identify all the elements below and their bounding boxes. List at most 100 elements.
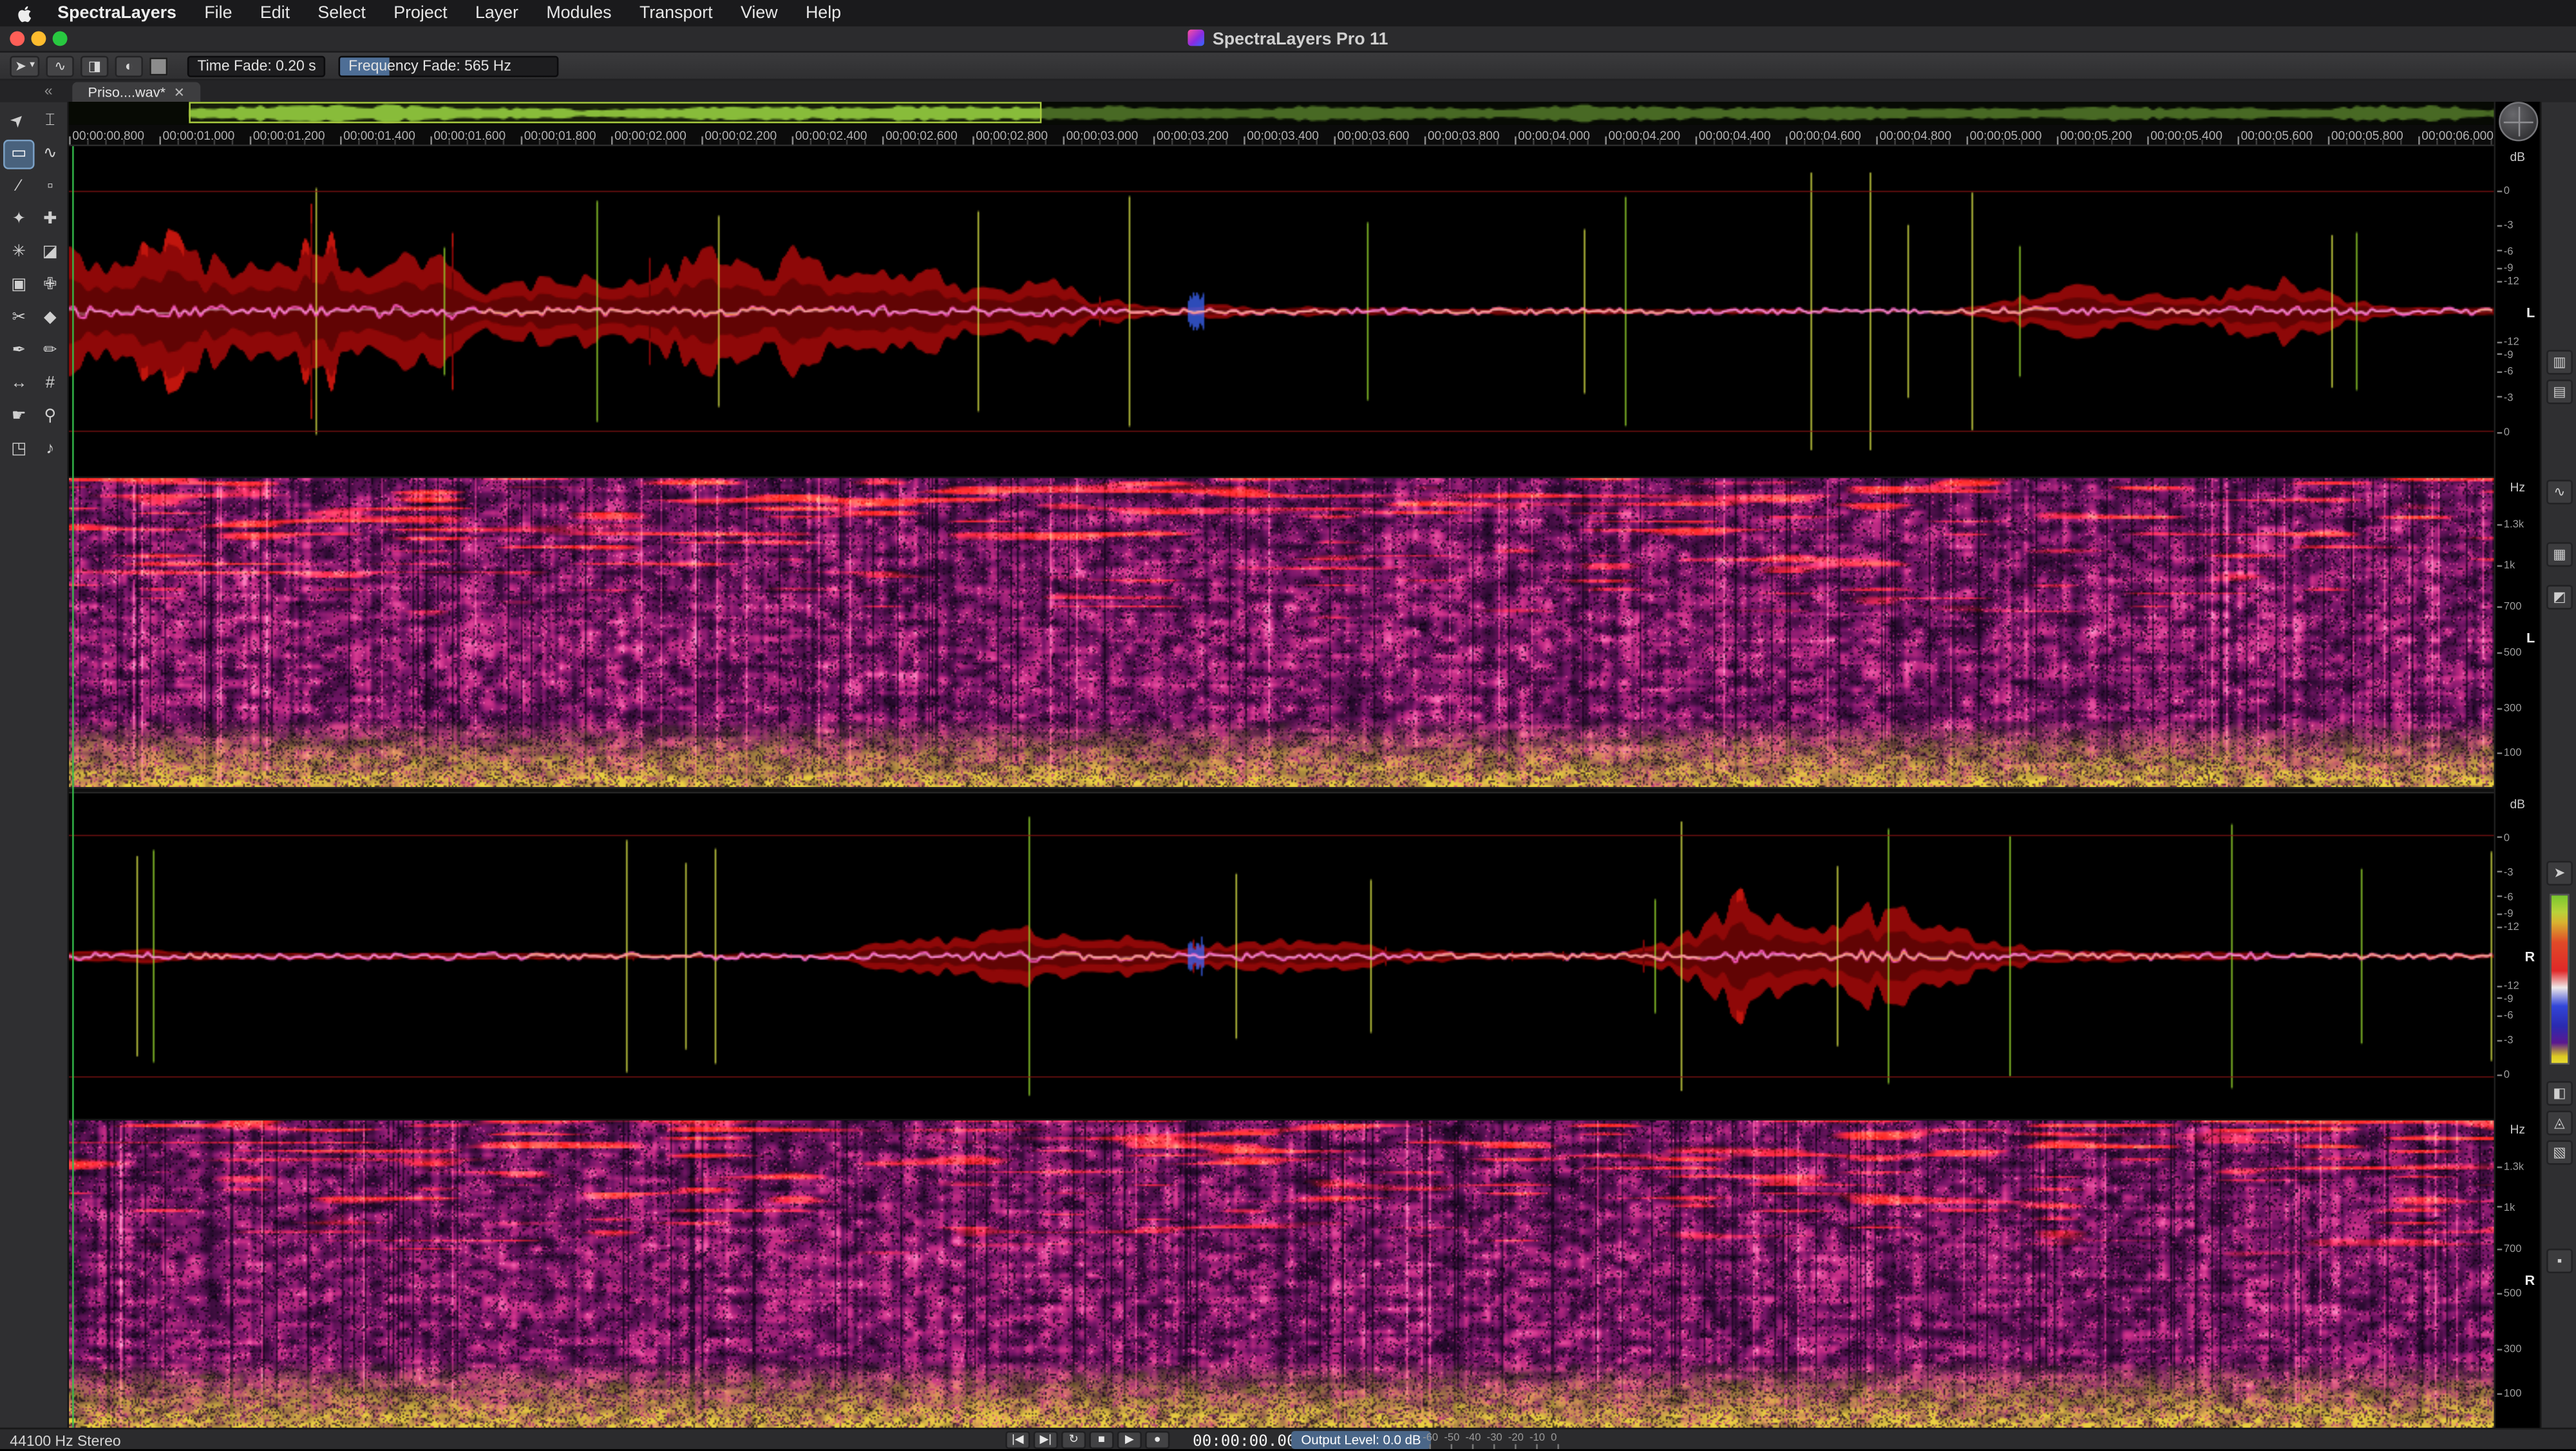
ruler-tick: [1967, 137, 1969, 145]
ruler-minor-tick: [1189, 140, 1191, 145]
menu-edit[interactable]: Edit: [260, 3, 290, 23]
color-swatch[interactable]: [150, 57, 168, 75]
move-tool[interactable]: ↔: [5, 372, 33, 398]
record-button[interactable]: ●: [1145, 1431, 1170, 1449]
contrast-toggle[interactable]: ◐: [115, 55, 143, 76]
panel-expand-button[interactable]: ➤: [2546, 861, 2573, 886]
db-tick-label: -12: [2497, 981, 2519, 992]
layout-toggle[interactable]: ◨: [80, 55, 108, 76]
display-split-button[interactable]: ◩: [2546, 585, 2573, 609]
measure-tool[interactable]: #: [36, 372, 64, 398]
menu-file[interactable]: File: [204, 3, 232, 23]
ruler-minor-tick: [268, 140, 270, 145]
ruler-minor-tick: [1732, 140, 1734, 145]
waveform-display-toggle[interactable]: ∿: [46, 55, 74, 76]
time-ruler[interactable]: 00:00:00.80000:00:01.00000:00:01.20000:0…: [69, 125, 2494, 146]
spectrogram-canvas-right[interactable]: [69, 1121, 2494, 1428]
document-tab[interactable]: Priso....wav* ✕: [72, 82, 200, 102]
play-button[interactable]: ▶: [1117, 1431, 1142, 1449]
waveform-zoom-button[interactable]: ∿: [2546, 480, 2573, 504]
colormap-edit-button[interactable]: ◧: [2546, 1081, 2573, 1106]
time-selection-tool[interactable]: ⌶: [36, 108, 64, 135]
pan-zoom-navigator[interactable]: [2499, 102, 2538, 141]
lasso-selection-tool[interactable]: ∿: [36, 141, 64, 167]
ruler-minor-tick: [1858, 140, 1860, 145]
tab-scroll-back-icon[interactable]: «: [44, 82, 53, 99]
clone-stamp-tool[interactable]: ▣: [5, 272, 33, 299]
meter-display-button[interactable]: ▤: [2546, 379, 2573, 404]
ruler-minor-tick: [1623, 140, 1625, 145]
ruler-tick: [1876, 137, 1878, 145]
ruler-tick-label: 00:00:06.000: [2421, 128, 2494, 143]
cut-tool[interactable]: ✂: [5, 305, 33, 332]
heal-tool[interactable]: ✙: [36, 272, 64, 299]
pointer-tool[interactable]: ➤: [0, 102, 38, 141]
overview-visible-range[interactable]: [189, 102, 1041, 123]
cube-view-tool[interactable]: ◳: [5, 437, 33, 464]
pen-tool[interactable]: ✒: [5, 339, 33, 365]
go-to-start-button[interactable]: |◀: [1005, 1431, 1030, 1449]
spectrogram-canvas-left[interactable]: [69, 478, 2494, 787]
adjustment-tool[interactable]: ✳: [5, 240, 33, 266]
stop-button[interactable]: ■: [1089, 1431, 1113, 1449]
brush-selection-tool[interactable]: ∕: [5, 174, 33, 200]
scroll-lock-button[interactable]: ▪: [2546, 1249, 2573, 1273]
frequency-fade-field[interactable]: Frequency Fade: 565 Hz: [339, 55, 559, 76]
amplitude-colormap-legend[interactable]: [2550, 894, 2570, 1065]
ruler-minor-tick: [2201, 140, 2203, 145]
hz-tick-label: 1k: [2497, 560, 2515, 572]
ruler-minor-tick: [1533, 140, 1535, 145]
ruler-minor-tick: [87, 140, 89, 145]
menu-help[interactable]: Help: [806, 3, 841, 23]
panel-divider[interactable]: [69, 787, 2540, 793]
eraser-tool[interactable]: ◪: [36, 240, 64, 266]
pencil-tool[interactable]: ✏: [36, 339, 64, 365]
menu-select[interactable]: Select: [317, 3, 365, 23]
hand-tool[interactable]: ☛: [5, 404, 33, 431]
dotted-selection-tool[interactable]: ▫: [36, 174, 64, 200]
db-tick-label: -3: [2497, 221, 2514, 232]
ruler-minor-tick: [394, 140, 396, 145]
loop-button[interactable]: ↻: [1061, 1431, 1086, 1449]
db-tick-label: -3: [2497, 867, 2514, 878]
ruler-minor-tick: [2021, 140, 2023, 145]
go-to-end-button[interactable]: ▶|: [1034, 1431, 1058, 1449]
rectangular-selection-tool[interactable]: ▭: [5, 141, 33, 167]
channel-link-button[interactable]: ▥: [2546, 350, 2573, 374]
ruler-minor-tick: [2183, 140, 2185, 145]
spectrogram-settings-button[interactable]: ▦: [2546, 542, 2573, 567]
output-level-control[interactable]: Output Level: 0.0 dB: [1291, 1431, 1431, 1449]
tool-options-dropdown[interactable]: ➤▾: [10, 55, 39, 76]
magic-wand-tool[interactable]: ✦: [5, 207, 33, 233]
picker-tool[interactable]: ◆: [36, 305, 64, 332]
tab-close-icon[interactable]: ✕: [174, 84, 185, 99]
gain-scale-button[interactable]: ◬: [2546, 1110, 2573, 1135]
zero-db-line: [69, 1076, 2494, 1078]
time-fade-field[interactable]: Time Fade: 0.20 s: [187, 55, 325, 76]
menu-layer[interactable]: Layer: [475, 3, 518, 23]
active-app-name[interactable]: SpectraLayers: [57, 3, 176, 23]
menu-modules[interactable]: Modules: [546, 3, 611, 23]
ruler-tick-label: 00:00:00.800: [72, 128, 144, 143]
ruler-minor-tick: [1587, 140, 1589, 145]
ruler-minor-tick: [1081, 140, 1083, 145]
menu-transport[interactable]: Transport: [639, 3, 713, 23]
ruler-tick: [2057, 137, 2059, 145]
meter-tick-label: -10: [1530, 1432, 1545, 1444]
menu-items: File Edit Select Project Layer Modules Transpo…: [204, 3, 869, 23]
zoom-tool[interactable]: ⚲: [36, 404, 64, 431]
apple-menu[interactable]: [17, 4, 35, 22]
ruler-minor-tick: [123, 140, 125, 145]
ruler-minor-tick: [466, 140, 468, 145]
playback-tool[interactable]: ♪: [36, 437, 64, 464]
snapshot-button[interactable]: ▧: [2546, 1140, 2573, 1164]
menu-view[interactable]: View: [741, 3, 778, 23]
ruler-minor-tick: [196, 140, 198, 145]
menu-project[interactable]: Project: [393, 3, 447, 23]
crosshair-tool[interactable]: ✚: [36, 207, 64, 233]
waveform-canvas-right[interactable]: [69, 793, 2494, 1119]
waveform-canvas-left[interactable]: [69, 146, 2494, 477]
ruler-tick: [701, 137, 703, 145]
ruler-minor-tick: [828, 140, 830, 145]
waveform-panel-right: [69, 793, 2494, 1119]
